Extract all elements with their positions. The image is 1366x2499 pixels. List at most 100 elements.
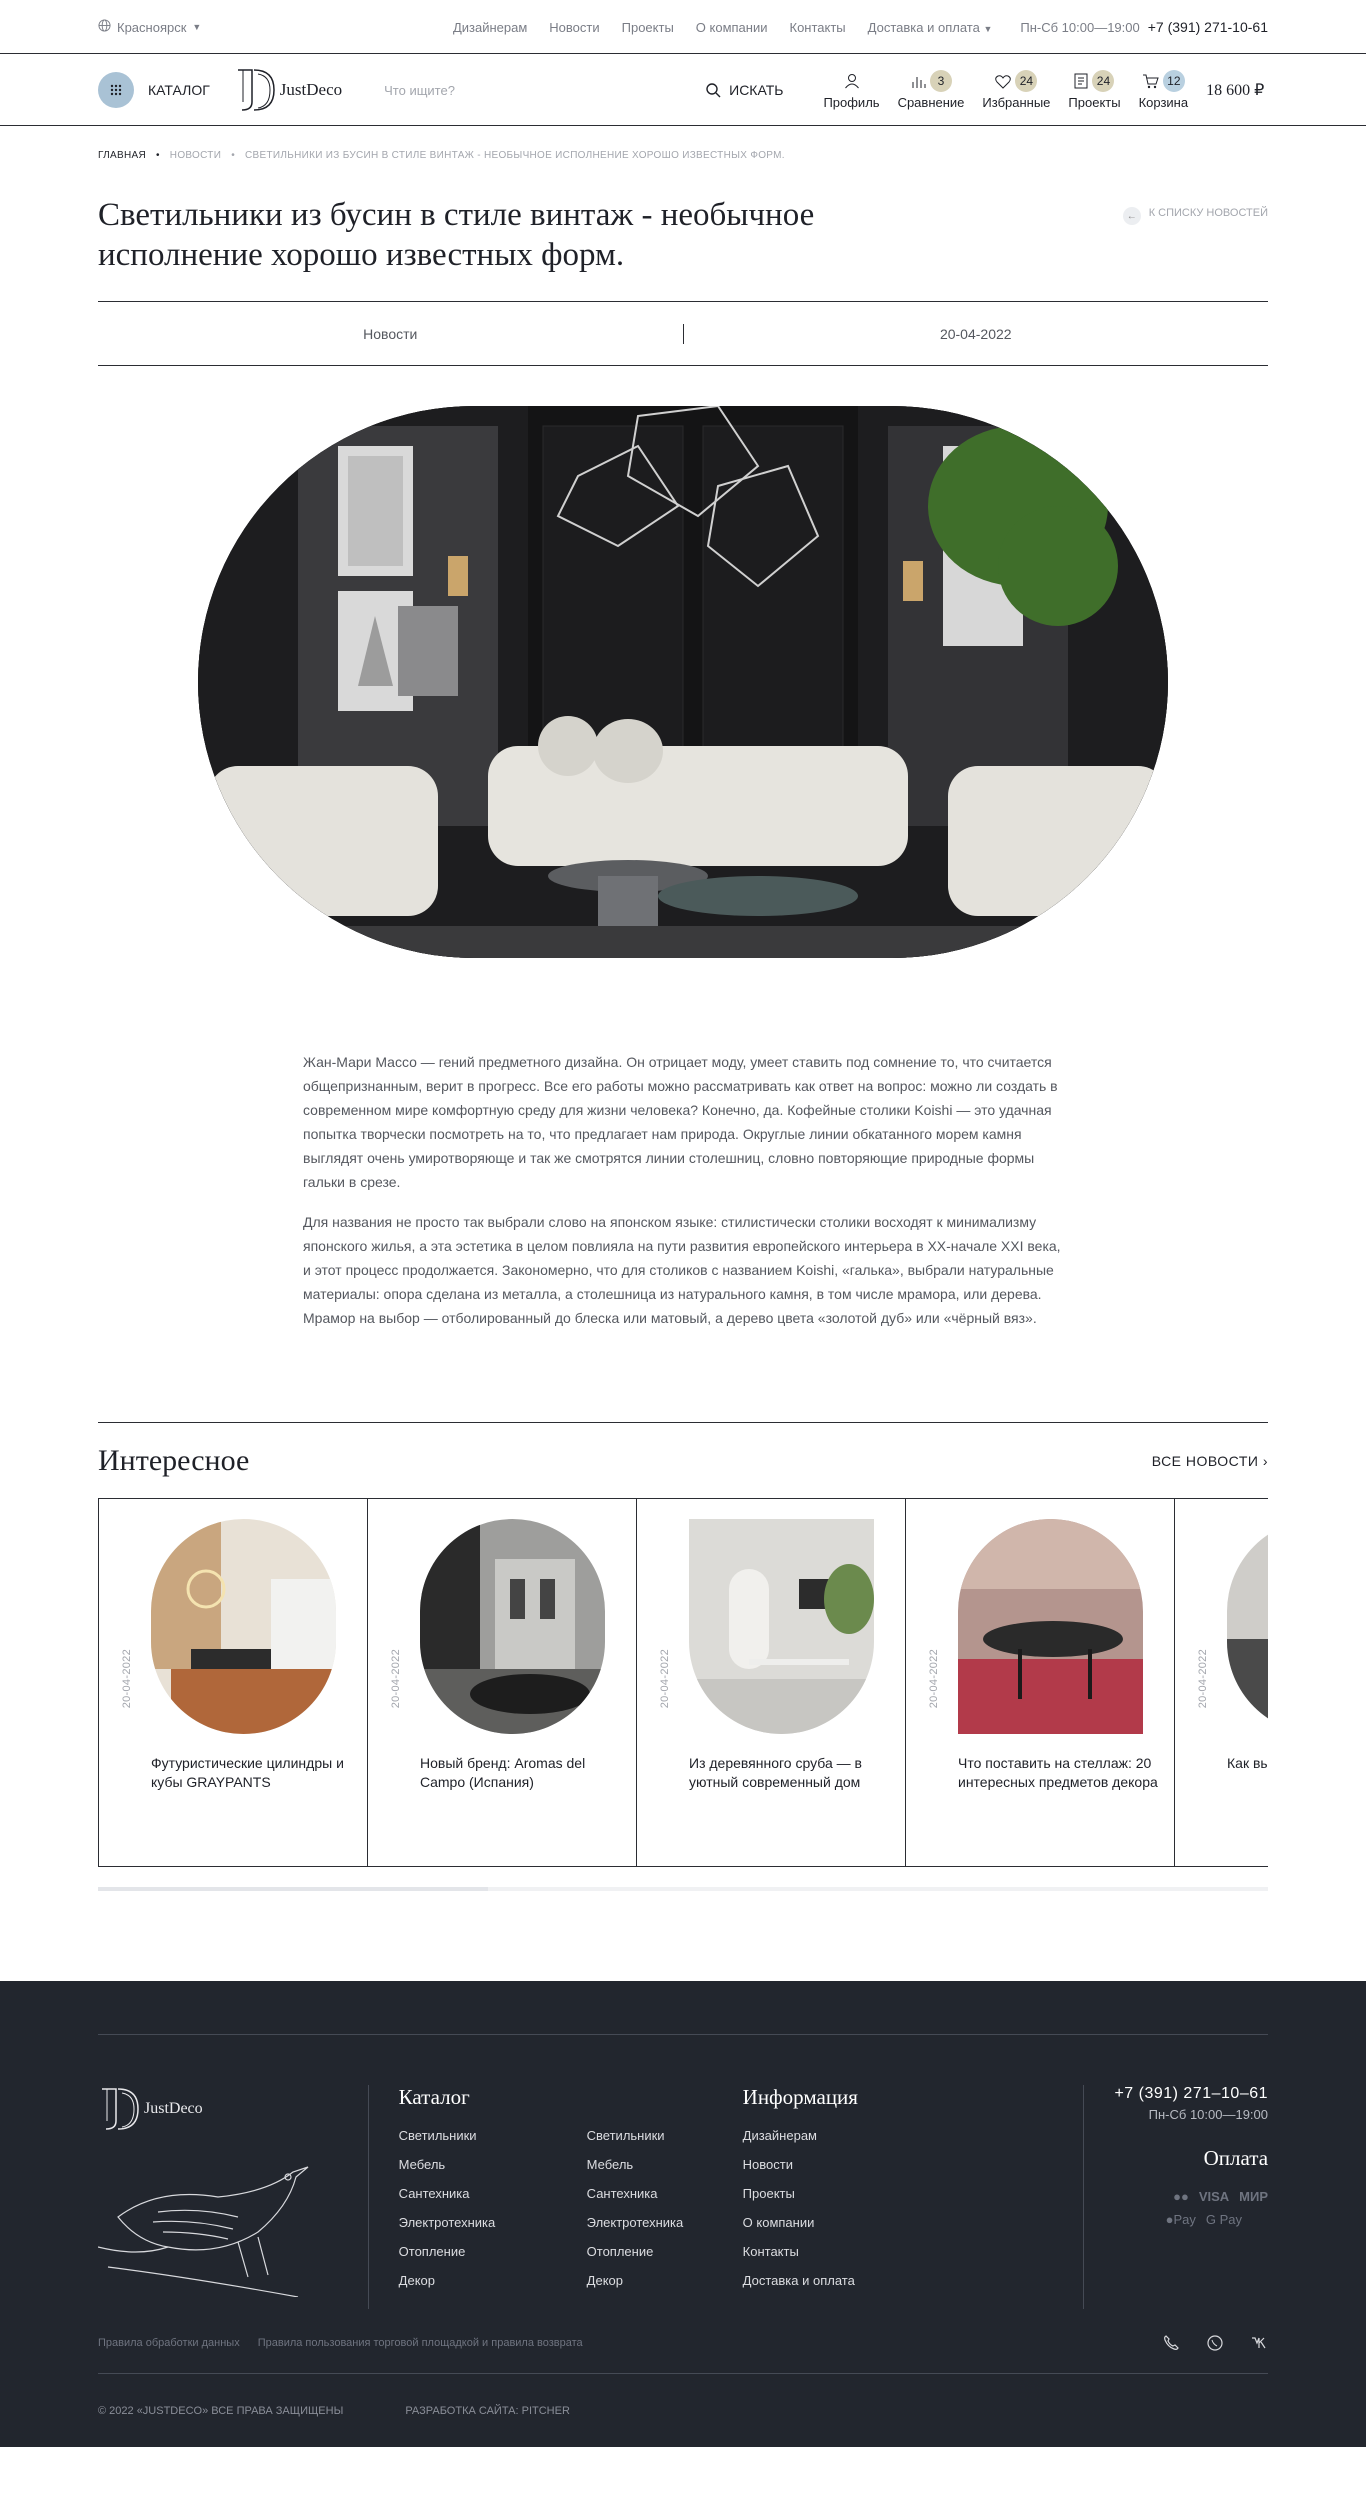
news-card[interactable]: 20-04-2022 Что поставить на стеллаж: 20 … xyxy=(905,1499,1174,1866)
footer-link[interactable]: Доставка и оплата xyxy=(743,2273,1083,2288)
footer-bottom: © 2022 «JUSTDECO» ВСЕ ПРАВА ЗАЩИЩЕНЫ РАЗ… xyxy=(98,2373,1268,2447)
article-body: Жан-Мари Массо — гений предметного дизай… xyxy=(303,1050,1063,1330)
topnav-about[interactable]: О компании xyxy=(696,20,768,35)
cart-label: Корзина xyxy=(1138,95,1189,110)
footer-link[interactable]: Дизайнерам xyxy=(743,2128,1083,2143)
globe-icon xyxy=(98,19,111,35)
card-date: 20-04-2022 xyxy=(928,1649,940,1709)
search-icon xyxy=(706,82,721,97)
chevron-down-icon: ▼ xyxy=(192,22,202,32)
news-card[interactable]: 20-04-2022 Новый бренд: Aromas del Campo… xyxy=(367,1499,636,1866)
favorites-button[interactable]: 24 Избранные xyxy=(982,70,1050,110)
card-image xyxy=(958,1519,1143,1734)
logo-mark-icon xyxy=(102,2088,139,2130)
footer-contacts: +7 (391) 271–10–61 Пн-Сб 10:00—19:00 Опл… xyxy=(1084,2085,1268,2313)
google-pay-icon: G Pay xyxy=(1205,2212,1243,2227)
social-links xyxy=(1162,2334,1268,2352)
article-paragraph: Для названия не просто так выбрали слово… xyxy=(303,1214,1061,1326)
footer-phone[interactable]: +7 (391) 271–10–61 xyxy=(1084,2085,1268,2103)
projects-button[interactable]: 24 Проекты xyxy=(1068,70,1121,110)
footer-link[interactable]: Светильники xyxy=(399,2128,587,2143)
footer-link[interactable]: Новости xyxy=(743,2157,1083,2172)
card-image xyxy=(151,1519,336,1734)
city-selector[interactable]: Красноярск ▼ xyxy=(98,19,201,35)
article-category[interactable]: Новости xyxy=(98,326,683,342)
breadcrumb: ГЛАВНАЯ • НОВОСТИ • СВЕТИЛЬНИКИ ИЗ БУСИН… xyxy=(98,126,1268,161)
cart-icon xyxy=(1142,74,1159,89)
projects-label: Проекты xyxy=(1068,95,1121,110)
phone-link[interactable]: +7 (391) 271-10-61 xyxy=(1148,19,1268,35)
card-date: 20-04-2022 xyxy=(121,1649,133,1709)
heart-icon xyxy=(995,74,1012,89)
topnav-news[interactable]: Новости xyxy=(549,20,599,35)
footer-catalog: Каталог Светильники Светильники Мебель М… xyxy=(369,2085,743,2313)
card-image xyxy=(689,1519,874,1734)
breadcrumb-home[interactable]: ГЛАВНАЯ xyxy=(98,150,146,161)
catalog-button[interactable]: КАТАЛОГ xyxy=(98,72,210,108)
grid-icon xyxy=(98,72,134,108)
footer-worktime: Пн-Сб 10:00—19:00 xyxy=(1148,2107,1269,2122)
cart-sum[interactable]: 18 600 ₽ xyxy=(1206,80,1264,100)
cart-badge: 12 xyxy=(1162,70,1185,92)
chevron-right-icon: › xyxy=(1262,1452,1268,1469)
terms-link[interactable]: Правила пользования торговой площадкой и… xyxy=(258,2337,583,2349)
whatsapp-icon[interactable] xyxy=(1206,2334,1224,2352)
footer-link[interactable]: Мебель xyxy=(399,2157,587,2172)
breadcrumb-news[interactable]: НОВОСТИ xyxy=(170,150,221,161)
topnav-designers[interactable]: Дизайнерам xyxy=(453,20,527,35)
document-icon xyxy=(1074,73,1088,89)
news-card[interactable]: 20-04-2022 Как вы… дизай… Катан… xyxy=(1174,1499,1268,1866)
footer-logo[interactable]: JustDeco xyxy=(98,2085,368,2133)
news-card[interactable]: 20-04-2022 Из деревянного сруба — в уютн… xyxy=(636,1499,905,1866)
all-news-link[interactable]: ВСЕ НОВОСТИ › xyxy=(1152,1453,1268,1469)
vk-icon[interactable] xyxy=(1250,2334,1268,2352)
user-icon xyxy=(844,74,859,89)
logo[interactable]: JustDeco xyxy=(234,66,342,114)
footer-link[interactable]: Контакты xyxy=(743,2244,1083,2259)
developer-link[interactable]: РАЗРАБОТКА САЙТА: PITCHER xyxy=(405,2405,570,2417)
footer-link[interactable]: Декор xyxy=(399,2273,587,2288)
favorites-badge: 24 xyxy=(1015,70,1038,92)
search-button[interactable]: ИСКАТЬ xyxy=(706,82,783,98)
back-label: К СПИСКУ НОВОСТЕЙ xyxy=(1148,207,1268,219)
search-input[interactable]: Что ищите? xyxy=(384,83,684,98)
compare-button[interactable]: 3 Сравнение xyxy=(897,70,965,110)
topnav-projects[interactable]: Проекты xyxy=(622,20,674,35)
card-date: 20-04-2022 xyxy=(659,1649,671,1709)
footer-brand: JustDeco xyxy=(97,2085,368,2313)
privacy-link[interactable]: Правила обработки данных xyxy=(98,2337,240,2349)
article-paragraph: Жан-Мари Массо — гений предметного дизай… xyxy=(303,1054,1058,1190)
viber-icon[interactable] xyxy=(1162,2334,1180,2352)
breadcrumb-separator: • xyxy=(231,150,236,161)
footer-link[interactable]: О компании xyxy=(743,2215,1083,2230)
profile-button[interactable]: Профиль xyxy=(823,70,880,110)
card-title: Новый бренд: Aromas del Campo (Испания) xyxy=(420,1755,586,1790)
footer-link[interactable]: Проекты xyxy=(743,2186,1083,2201)
footer-link[interactable]: Отопление xyxy=(399,2244,587,2259)
arrow-left-icon: ← xyxy=(1122,207,1141,225)
catalog-label: КАТАЛОГ xyxy=(148,82,210,98)
article-date: 20-04-2022 xyxy=(939,325,1012,342)
cart-button[interactable]: 12 Корзина xyxy=(1138,70,1189,110)
compare-badge: 3 xyxy=(929,70,952,92)
bird-illustration-icon xyxy=(97,2166,309,2298)
hero-image xyxy=(198,406,1168,958)
news-card[interactable]: 20-04-2022 Футуристические цилиндры и ку… xyxy=(98,1499,367,1866)
article-meta: Новости 20-04-2022 xyxy=(98,301,1268,366)
topnav-delivery[interactable]: Доставка и оплата ▼ xyxy=(868,20,993,35)
chevron-down-icon: ▼ xyxy=(983,23,993,34)
footer-info: Информация Дизайнерам Новости Проекты О … xyxy=(743,2085,1083,2313)
news-cards: 20-04-2022 Футуристические цилиндры и ку… xyxy=(98,1499,1268,1867)
card-date: 20-04-2022 xyxy=(390,1649,402,1709)
footer-link[interactable]: Электротехника xyxy=(399,2215,587,2230)
topnav-contacts[interactable]: Контакты xyxy=(790,20,846,35)
compare-label: Сравнение xyxy=(897,95,965,110)
back-to-news-link[interactable]: ← К СПИСКУ НОВОСТЕЙ xyxy=(1122,207,1268,275)
top-nav: Дизайнерам Новости Проекты О компании Ко… xyxy=(453,20,992,35)
scrollbar-thumb[interactable] xyxy=(98,1887,488,1891)
breadcrumb-separator: • xyxy=(155,150,160,161)
footer-link[interactable]: Сантехника xyxy=(399,2186,587,2201)
payment-methods: ●● VISA МИР xyxy=(1084,2189,1268,2204)
interior-illustration xyxy=(198,406,1168,958)
cards-scrollbar[interactable] xyxy=(98,1887,1268,1891)
